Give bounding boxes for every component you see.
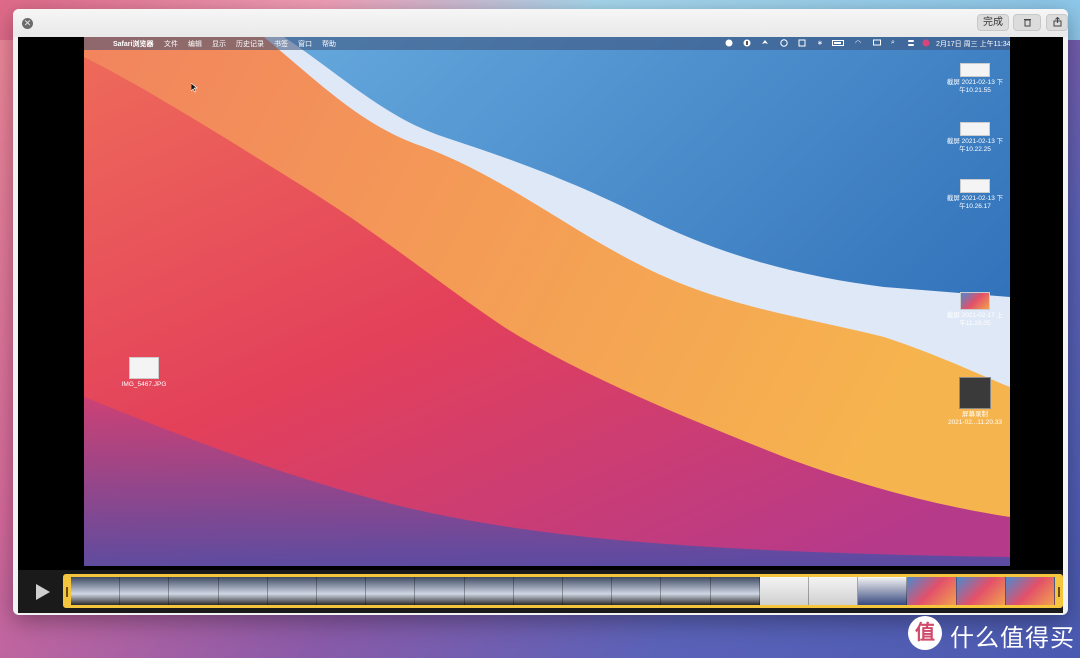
control-center-icon[interactable] xyxy=(907,39,915,47)
big-sur-wallpaper xyxy=(84,37,1010,566)
menu-item-view[interactable]: 显示 xyxy=(212,39,226,49)
trim-filmstrip[interactable] xyxy=(63,574,1063,608)
filmstrip-frame xyxy=(267,577,318,605)
file-label-line1: 截屏 2021-02-13 下 xyxy=(946,79,1004,86)
siri-icon[interactable] xyxy=(922,39,930,47)
screenshot-thumbnail xyxy=(960,122,990,136)
filmstrip-frame xyxy=(120,577,170,605)
filmstrip-frame xyxy=(858,577,908,605)
screenshot-thumbnail xyxy=(960,292,990,310)
file-label-line2: 午11.28.05 xyxy=(959,320,991,327)
share-button[interactable] xyxy=(1046,14,1068,31)
user-icon[interactable] xyxy=(743,39,751,47)
filmstrip-frame xyxy=(169,577,219,605)
recording-thumbnail xyxy=(959,377,991,409)
screen-recording-preview: Safari浏览器 文件 编辑 显示 历史记录 书签 窗口 帮助 ∗ ◠ ⌕ 2… xyxy=(84,37,1010,566)
menu-item-safari[interactable]: Safari浏览器 xyxy=(113,39,153,49)
preview-content: Safari浏览器 文件 编辑 显示 历史记录 书签 窗口 帮助 ∗ ◠ ⌕ 2… xyxy=(18,37,1063,613)
filmstrip-frame xyxy=(612,577,662,605)
filmstrip-frame xyxy=(710,577,760,605)
filmstrip-frame xyxy=(218,577,268,605)
filmstrip-frame xyxy=(71,577,121,605)
desktop-file-screenshot-3[interactable]: 截屏 2021-02-13 下 午10.26.17 xyxy=(940,179,1010,211)
desktop-file-img[interactable]: IMG_5467.JPG xyxy=(114,357,174,389)
close-button[interactable]: ✕ xyxy=(22,18,33,29)
file-label-line2: 2021-02...11.20.33 xyxy=(947,419,1003,426)
trim-handle-left-grip[interactable] xyxy=(66,587,68,597)
file-label-line2: 午10.26.17 xyxy=(959,203,991,210)
mouse-pointer-icon xyxy=(191,83,198,93)
menu-item-edit[interactable]: 编辑 xyxy=(188,39,202,49)
file-label-line1: 屏幕录制 xyxy=(962,411,988,418)
filmstrip-frame xyxy=(464,577,514,605)
image-thumbnail xyxy=(129,357,159,379)
filmstrip-frame xyxy=(563,577,613,605)
menu-item-help[interactable]: 帮助 xyxy=(322,39,336,49)
play-circle-icon[interactable] xyxy=(780,39,788,47)
quicklook-window: ✕ 完成 Safari浏览器 文件 编辑 显示 历史记录 书签 窗口 帮助 ∗ … xyxy=(13,9,1068,615)
menu-item-bookmarks[interactable]: 书签 xyxy=(274,39,288,49)
filmstrip-frame xyxy=(1005,577,1056,605)
file-label-line1: 截屏 2021-02-13 下 xyxy=(946,138,1004,145)
menu-item-window[interactable]: 窗口 xyxy=(298,39,312,49)
wifi-icon[interactable]: ◠ xyxy=(855,39,861,47)
screenshot-thumbnail xyxy=(960,63,990,77)
filmstrip-frame xyxy=(513,577,564,605)
bird-icon[interactable] xyxy=(761,39,769,47)
play-icon[interactable] xyxy=(36,584,50,600)
menubar-datetime[interactable]: 2月17日 周三 上午11:34 xyxy=(936,39,1010,49)
menu-item-file[interactable]: 文件 xyxy=(164,39,178,49)
smzdm-watermark: 值 什么值得买 xyxy=(908,614,1076,652)
trash-icon xyxy=(1023,19,1031,27)
filmstrip-frame xyxy=(661,577,711,605)
filmstrip-frame xyxy=(317,577,367,605)
battery-icon[interactable] xyxy=(832,39,846,47)
share-icon xyxy=(1053,16,1061,27)
watermark-text: 什么值得买 xyxy=(950,625,1075,652)
file-label: IMG_5467.JPG xyxy=(121,381,167,388)
watermark-logo: 值 xyxy=(908,616,942,650)
done-button[interactable]: 完成 xyxy=(977,14,1009,31)
screenshot-thumbnail xyxy=(960,179,990,193)
desktop-file-screen-recording[interactable]: 屏幕录制 2021-02...11.20.33 xyxy=(940,377,1010,427)
display-icon[interactable] xyxy=(873,39,881,47)
file-label-line1: 截屏 2021-02-17 上 xyxy=(946,312,1004,319)
desktop-file-screenshot-1[interactable]: 截屏 2021-02-13 下 午10.21.55 xyxy=(940,63,1010,95)
circle-x-icon[interactable] xyxy=(725,39,733,47)
file-label-line2: 午10.21.55 xyxy=(959,87,991,94)
trim-bar xyxy=(18,570,1063,613)
mac-menubar: Safari浏览器 文件 编辑 显示 历史记录 书签 窗口 帮助 ∗ ◠ ⌕ 2… xyxy=(84,37,1010,50)
text-box-icon[interactable] xyxy=(798,39,806,47)
filmstrip-frame xyxy=(907,577,957,605)
bluetooth-icon[interactable]: ∗ xyxy=(817,39,823,47)
menu-item-history[interactable]: 历史记录 xyxy=(236,39,264,49)
desktop-file-screenshot-4[interactable]: 截屏 2021-02-17 上 午11.28.05 xyxy=(940,292,1010,328)
file-label-line1: 截屏 2021-02-13 下 xyxy=(946,195,1004,202)
filmstrip-frame xyxy=(366,577,416,605)
title-bar: ✕ 完成 xyxy=(13,9,1068,37)
close-icon: ✕ xyxy=(23,18,32,28)
filmstrip-frame xyxy=(759,577,810,605)
search-icon[interactable]: ⌕ xyxy=(891,39,895,47)
trash-button[interactable] xyxy=(1013,14,1041,31)
filmstrip-frame xyxy=(956,577,1006,605)
desktop-file-screenshot-2[interactable]: 截屏 2021-02-13 下 午10.22.25 xyxy=(940,122,1010,154)
file-label-line2: 午10.22.25 xyxy=(959,146,991,153)
filmstrip-frame xyxy=(809,577,859,605)
trim-handle-right-grip[interactable] xyxy=(1058,587,1060,597)
filmstrip-frame xyxy=(415,577,465,605)
